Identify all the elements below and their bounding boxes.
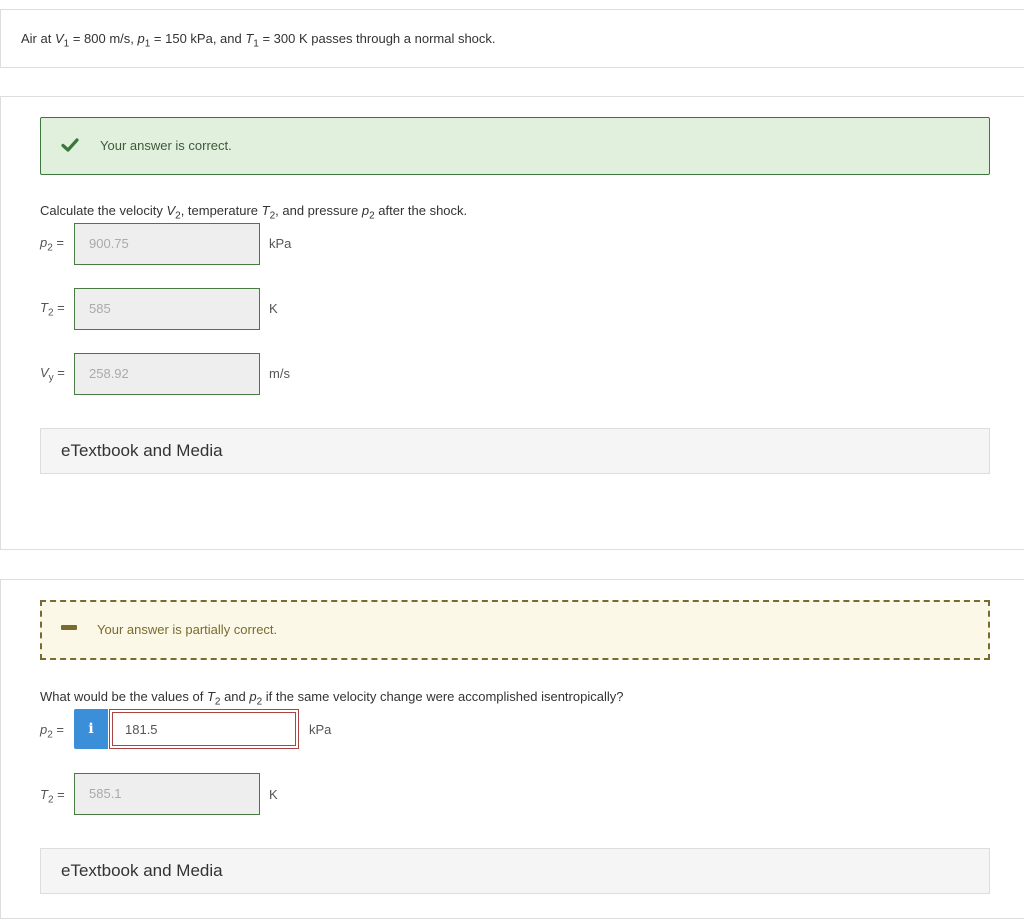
p2-input-value[interactable]: 181.5 <box>112 712 296 746</box>
vy-label: Vy = <box>40 365 65 384</box>
question-text: What would be the values of T2 and p2 if… <box>40 689 624 708</box>
etextbook-media-bar[interactable]: eTextbook and Media <box>40 428 990 474</box>
correct-banner-text: Your answer is correct. <box>100 138 232 153</box>
partial-banner-text: Your answer is partially correct. <box>97 622 278 637</box>
vy-unit: m/s <box>269 366 290 381</box>
correct-banner: Your answer is correct. <box>40 117 990 175</box>
problem-card: Air at V1 = 800 m/s, p1 = 150 kPa, and T… <box>0 9 1024 68</box>
question-text: Calculate the velocity V2, temperature T… <box>40 203 468 222</box>
question-part-1: Your answer is correct. Calculate the ve… <box>0 96 1024 550</box>
p2-label: p2 = <box>40 235 65 254</box>
etextbook-media-bar[interactable]: eTextbook and Media <box>40 848 990 894</box>
vy-answer-field: 258.92 <box>74 353 260 395</box>
p2-unit: kPa <box>269 236 292 251</box>
t2-label: T2 = <box>40 787 65 806</box>
t2-answer-field: 585.1 <box>74 773 260 815</box>
question-part-2: Your answer is partially correct. What w… <box>0 579 1024 919</box>
p2-input-field[interactable]: 181.5 <box>109 709 299 749</box>
minus-icon <box>61 625 77 630</box>
t2-unit: K <box>269 787 278 802</box>
t2-unit: K <box>269 301 278 316</box>
p2-unit: kPa <box>309 722 332 737</box>
problem-statement: Air at V1 = 800 m/s, p1 = 150 kPa, and T… <box>21 31 496 50</box>
t2-answer-field: 585 <box>74 288 260 330</box>
t2-label: T2 = <box>40 300 65 319</box>
partial-banner: Your answer is partially correct. <box>40 600 990 660</box>
p2-label: p2 = <box>40 722 65 741</box>
p2-answer-field: 900.75 <box>74 223 260 265</box>
info-icon[interactable]: i <box>74 709 108 749</box>
check-icon <box>61 138 79 152</box>
